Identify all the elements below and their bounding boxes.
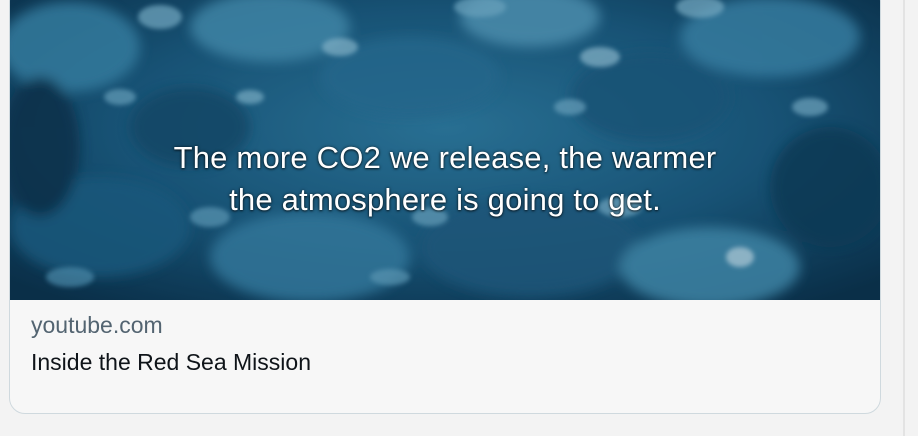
video-thumbnail[interactable]: The more CO2 we release, the warmer the … bbox=[10, 0, 880, 300]
link-title[interactable]: Inside the Red Sea Mission bbox=[31, 347, 859, 377]
column-divider bbox=[903, 0, 905, 436]
link-preview-card[interactable]: The more CO2 we release, the warmer the … bbox=[9, 0, 881, 414]
page: The more CO2 we release, the warmer the … bbox=[0, 0, 918, 436]
caption-line-1: The more CO2 we release, the warmer bbox=[173, 140, 717, 175]
card-info: youtube.com Inside the Red Sea Mission bbox=[10, 300, 880, 377]
video-caption: The more CO2 we release, the warmer the … bbox=[10, 137, 880, 221]
link-domain: youtube.com bbox=[31, 312, 163, 338]
caption-line-2: the atmosphere is going to get. bbox=[229, 182, 661, 217]
